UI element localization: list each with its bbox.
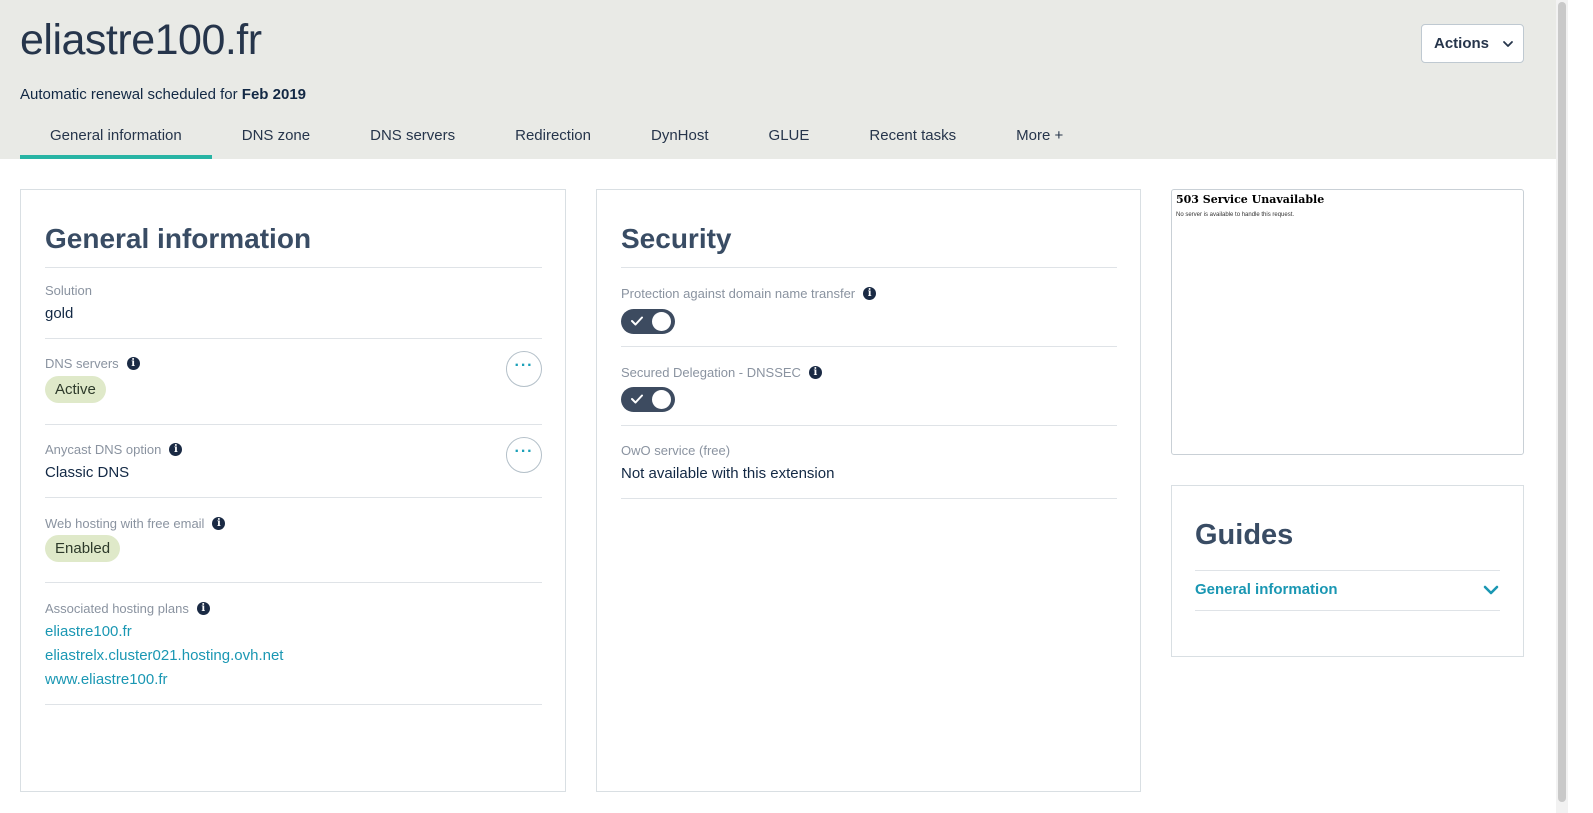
- web-hosting-label: Web hosting with free email i: [45, 516, 226, 531]
- check-icon: [631, 316, 643, 326]
- anycast-label: Anycast DNS option i: [45, 442, 183, 457]
- info-icon[interactable]: i: [126, 357, 140, 370]
- anycast-label-text: Anycast DNS option: [45, 442, 162, 457]
- tab-recent-tasks[interactable]: Recent tasks: [839, 122, 986, 159]
- transfer-protection-toggle[interactable]: [621, 309, 675, 334]
- divider: [1195, 570, 1500, 571]
- actions-button[interactable]: Actions: [1421, 24, 1524, 63]
- hosting-plan-link[interactable]: eliastre100.fr: [45, 623, 132, 640]
- divider: [45, 704, 542, 705]
- tab-glue[interactable]: GLUE: [739, 122, 840, 159]
- info-icon[interactable]: i: [196, 602, 210, 615]
- actions-label: Actions: [1434, 35, 1490, 52]
- dns-servers-status-badge: Active: [45, 376, 106, 403]
- check-icon: [631, 394, 643, 404]
- more-horizontal-icon: ···: [514, 357, 534, 374]
- transfer-protection-label: Protection against domain name transfer i: [621, 286, 877, 301]
- tab-dns-zone[interactable]: DNS zone: [212, 122, 340, 159]
- divider: [621, 425, 1117, 426]
- tab-redirection[interactable]: Redirection: [485, 122, 621, 159]
- solution-value: gold: [45, 305, 74, 322]
- info-icon[interactable]: i: [808, 366, 822, 379]
- divider: [45, 338, 542, 339]
- toggle-knob: [652, 312, 671, 331]
- dns-servers-label-text: DNS servers: [45, 356, 119, 371]
- hosting-plan-link[interactable]: www.eliastre100.fr: [45, 671, 168, 688]
- tab-bar: General information DNS zone DNS servers…: [20, 122, 1093, 159]
- divider: [45, 424, 542, 425]
- website-preview: 503 Service Unavailable No server is ava…: [1171, 189, 1524, 455]
- tab-more[interactable]: More +: [986, 122, 1093, 159]
- more-horizontal-icon: ···: [514, 443, 534, 460]
- owo-service-label: OwO service (free): [621, 443, 730, 458]
- owo-service-value: Not available with this extension: [621, 465, 835, 482]
- anycast-more-button[interactable]: ···: [506, 437, 542, 473]
- tab-dynhost[interactable]: DynHost: [621, 122, 739, 159]
- divider: [45, 582, 542, 583]
- tab-general-information[interactable]: General information: [20, 122, 212, 159]
- renewal-info: Automatic renewal scheduled for Feb 2019: [20, 86, 306, 103]
- info-icon[interactable]: i: [169, 443, 183, 456]
- dns-servers-more-button[interactable]: ···: [506, 351, 542, 387]
- dnssec-label-text: Secured Delegation - DNSSEC: [621, 365, 801, 380]
- chevron-down-icon: [1503, 40, 1513, 47]
- divider: [45, 267, 542, 268]
- info-icon[interactable]: i: [863, 287, 877, 300]
- security-card: Security Protection against domain name …: [596, 189, 1141, 792]
- scrollbar-thumb[interactable]: [1558, 2, 1566, 802]
- anycast-value: Classic DNS: [45, 464, 130, 481]
- hosting-plan-link[interactable]: eliastrelx.cluster021.hosting.ovh.net: [45, 647, 283, 664]
- dnssec-label: Secured Delegation - DNSSEC i: [621, 365, 822, 380]
- guide-general-information[interactable]: General information: [1195, 581, 1338, 598]
- renewal-date: Feb 2019: [241, 86, 307, 103]
- general-information-title: General information: [45, 223, 312, 254]
- divider: [621, 498, 1117, 499]
- preview-text: No server is available to handle this re…: [1176, 212, 1295, 218]
- web-hosting-label-text: Web hosting with free email: [45, 516, 205, 531]
- general-information-card: General information Solution gold DNS se…: [20, 189, 566, 792]
- page-title: eliastre100.fr: [20, 16, 262, 64]
- solution-label-text: Solution: [45, 283, 92, 298]
- guides-card: Guides General information: [1171, 485, 1524, 657]
- divider: [1195, 610, 1500, 611]
- preview-title: 503 Service Unavailable: [1176, 193, 1325, 206]
- tab-dns-servers[interactable]: DNS servers: [340, 122, 485, 159]
- dns-servers-label: DNS servers i: [45, 356, 140, 371]
- hosting-plans-label: Associated hosting plans i: [45, 601, 210, 616]
- divider: [621, 267, 1117, 268]
- web-hosting-status-badge: Enabled: [45, 535, 121, 562]
- divider: [45, 497, 542, 498]
- dnssec-toggle[interactable]: [621, 387, 675, 412]
- chevron-down-icon[interactable]: [1483, 583, 1499, 597]
- solution-label: Solution: [45, 283, 92, 298]
- guides-title: Guides: [1195, 519, 1294, 551]
- info-icon[interactable]: i: [212, 517, 226, 530]
- transfer-protection-label-text: Protection against domain name transfer: [621, 286, 856, 301]
- security-title: Security: [621, 223, 732, 254]
- owo-service-label-text: OwO service (free): [621, 443, 731, 458]
- divider: [621, 346, 1117, 347]
- toggle-knob: [652, 390, 671, 409]
- renewal-prefix: Automatic renewal scheduled for: [20, 86, 242, 103]
- page-header: eliastre100.fr Automatic renewal schedul…: [0, 0, 1556, 159]
- hosting-plans-label-text: Associated hosting plans: [45, 601, 189, 616]
